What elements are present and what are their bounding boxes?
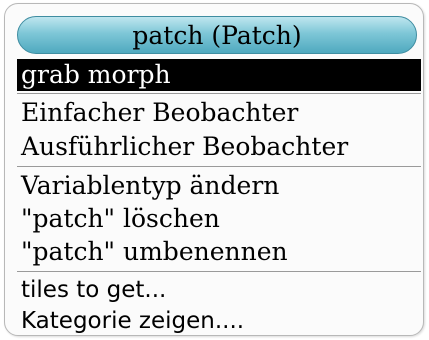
menu-separator — [17, 93, 421, 94]
menu-separator — [17, 271, 421, 272]
context-menu: patch (Patch) grab morph Einfacher Beoba… — [4, 3, 424, 336]
menu-title-bar[interactable]: patch (Patch) — [17, 16, 417, 54]
menu-separator — [17, 166, 421, 167]
menu-item-delete-patch[interactable]: "patch" löschen — [17, 203, 421, 235]
menu-item-rename-patch[interactable]: "patch" umbenennen — [17, 236, 421, 268]
menu-item-tiles-to-get[interactable]: tiles to get... — [17, 274, 421, 306]
menu-item-detailed-watcher[interactable]: Ausführlicher Beobachter — [17, 131, 421, 163]
menu-item-show-category[interactable]: Kategorie zeigen.... — [17, 305, 421, 335]
menu-item-simple-watcher[interactable]: Einfacher Beobachter — [17, 97, 421, 129]
menu-item-grab-morph[interactable]: grab morph — [17, 59, 421, 91]
menu-item-change-variable-type[interactable]: Variablentyp ändern — [17, 170, 421, 202]
menu-title: patch (Patch) — [132, 20, 302, 50]
